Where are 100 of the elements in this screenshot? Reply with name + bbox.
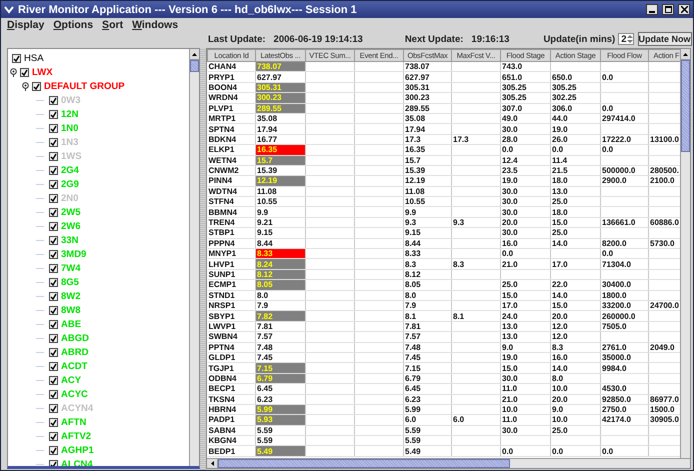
- vertical-scrollbar[interactable]: [189, 49, 199, 466]
- tree-item[interactable]: ACYN4: [61, 402, 94, 414]
- tree-item[interactable]: ABRD: [61, 346, 88, 358]
- close-button[interactable]: [678, 4, 690, 15]
- checkbox[interactable]: [49, 348, 58, 356]
- tree-item[interactable]: ACYC: [61, 388, 88, 400]
- checkbox[interactable]: [49, 278, 58, 286]
- menu-item[interactable]: Sort: [102, 19, 124, 31]
- checkbox[interactable]: [20, 68, 29, 76]
- tree-item[interactable]: 2G9: [61, 178, 79, 190]
- tree-item[interactable]: ACDT: [61, 360, 88, 372]
- checkbox[interactable]: [49, 264, 58, 272]
- tree-item[interactable]: 2G4: [61, 164, 79, 176]
- checkbox[interactable]: [49, 320, 58, 328]
- left-arrow-icon[interactable]: [210, 461, 214, 466]
- last-update-label: Last Update:: [208, 34, 266, 44]
- tree-item[interactable]: 3MD9: [61, 248, 86, 260]
- checkbox[interactable]: [49, 390, 58, 398]
- next-update-label: Next Update:: [404, 34, 464, 44]
- location-cell: CHAN4: [208, 62, 256, 72]
- window-menu-icon[interactable]: [4, 6, 14, 14]
- checkbox[interactable]: [49, 446, 58, 454]
- checkbox[interactable]: [49, 96, 58, 104]
- scroll-thumb[interactable]: [190, 60, 199, 72]
- checkbox[interactable]: [12, 54, 21, 62]
- location-cell: STBP1: [208, 228, 256, 238]
- location-cell: LHVP1: [208, 258, 256, 270]
- checkbox[interactable]: [49, 306, 58, 314]
- vertical-scrollbar[interactable]: [680, 49, 690, 458]
- location-cell: KBGN4: [208, 436, 256, 446]
- checkbox[interactable]: [49, 208, 58, 216]
- tree-item[interactable]: 1N0: [61, 122, 78, 134]
- tree-item[interactable]: ABE: [61, 318, 82, 330]
- tree-item[interactable]: ACY: [61, 374, 82, 386]
- checkbox[interactable]: [49, 222, 58, 230]
- checkbox[interactable]: [49, 292, 58, 300]
- tree-item[interactable]: 8W8: [61, 304, 81, 316]
- tree-item[interactable]: 8W2: [61, 290, 81, 302]
- tree-item[interactable]: AFTN: [61, 416, 86, 428]
- tree-item[interactable]: 2W5: [61, 206, 81, 218]
- maximize-button[interactable]: [662, 4, 674, 15]
- checkbox[interactable]: [49, 236, 58, 244]
- checkbox[interactable]: [49, 110, 58, 118]
- tree-item[interactable]: 1WS: [61, 150, 82, 162]
- tree-item[interactable]: AGHP1: [61, 444, 94, 456]
- up-arrow-icon[interactable]: [192, 52, 197, 56]
- checkbox[interactable]: [49, 418, 58, 426]
- checkbox[interactable]: [49, 138, 58, 146]
- tree-item[interactable]: 12N: [61, 108, 78, 120]
- location-cell: BECP1: [208, 384, 256, 394]
- location-cell: BBMN4: [208, 206, 256, 218]
- menu-item[interactable]: Windows: [132, 19, 178, 31]
- location-cell: SPTN4: [208, 124, 256, 134]
- checkbox[interactable]: [49, 250, 58, 258]
- expanded-handle-icon[interactable]: [10, 68, 17, 76]
- scroll-thumb[interactable]: [681, 60, 690, 152]
- checkbox[interactable]: [49, 460, 58, 466]
- checkbox[interactable]: [49, 124, 58, 132]
- location-cell: CNWM2: [208, 165, 256, 176]
- location-cell: LWVP1: [208, 321, 256, 332]
- tree-item[interactable]: 0W3: [61, 94, 81, 106]
- location-cell: BOON4: [208, 82, 256, 93]
- checkbox[interactable]: [49, 180, 58, 188]
- tree-item[interactable]: 2N0: [61, 192, 78, 204]
- tree-item[interactable]: LWX: [32, 66, 53, 78]
- window-title: River Monitor Application --- Version 6 --- hd_ob6lwx--- Session 1: [18, 4, 358, 16]
- location-cell: PADP1: [208, 414, 256, 426]
- minimize-button[interactable]: [646, 4, 658, 15]
- menu-item[interactable]: Options: [53, 19, 94, 31]
- location-cell: TREN4: [208, 217, 256, 228]
- tree-item[interactable]: 2W6: [61, 220, 81, 232]
- tree-item[interactable]: 33N: [61, 234, 78, 246]
- update-now-button[interactable]: Update Now: [638, 32, 692, 46]
- checkbox[interactable]: [32, 82, 41, 90]
- checkbox[interactable]: [49, 376, 58, 384]
- location-cell: STFN4: [208, 196, 256, 207]
- location-cell: TGJP1: [208, 362, 256, 374]
- expanded-handle-icon[interactable]: [22, 82, 29, 90]
- checkbox[interactable]: [49, 166, 58, 174]
- location-cell: SBYP1: [208, 310, 256, 322]
- location-cell: WETN4: [208, 155, 256, 166]
- checkbox[interactable]: [49, 152, 58, 160]
- scroll-thumb[interactable]: [218, 459, 510, 468]
- horizontal-scrollbar[interactable]: [207, 458, 690, 468]
- checkbox[interactable]: [49, 362, 58, 370]
- tree-item[interactable]: 7W4: [61, 262, 81, 274]
- checkbox[interactable]: [49, 194, 58, 202]
- checkbox[interactable]: [49, 404, 58, 412]
- menu-item[interactable]: Display: [7, 19, 44, 31]
- checkbox[interactable]: [49, 432, 58, 440]
- up-arrow-icon[interactable]: [683, 52, 688, 56]
- interval-spinner[interactable]: 2: [618, 33, 634, 45]
- tree-item[interactable]: DEFAULT GROUP: [44, 80, 125, 92]
- tree-item[interactable]: 1N3: [61, 136, 78, 148]
- location-cell: NRSP1: [208, 300, 256, 311]
- tree-item[interactable]: ABGD: [61, 332, 89, 344]
- tree-item[interactable]: HSA: [24, 52, 44, 64]
- checkbox[interactable]: [49, 334, 58, 342]
- tree-item[interactable]: 8G5: [61, 276, 79, 288]
- tree-item[interactable]: AFTV2: [61, 430, 92, 442]
